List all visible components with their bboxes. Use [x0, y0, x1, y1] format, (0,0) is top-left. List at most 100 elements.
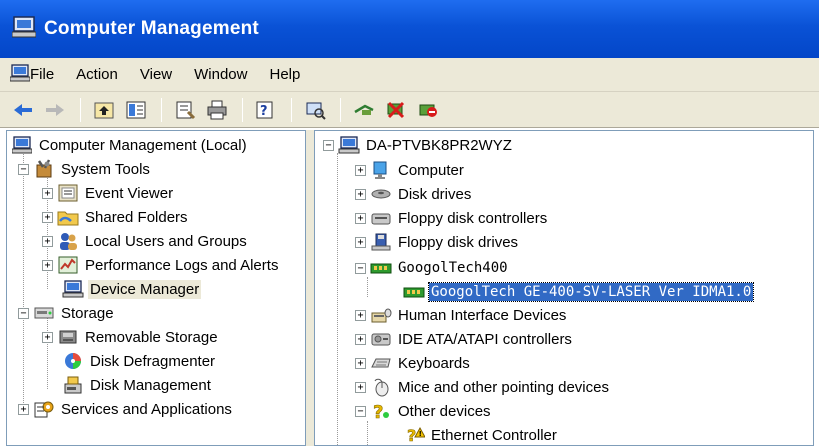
tree-node-computer-management-local[interactable]: Computer Management (Local): [11, 134, 249, 156]
tree-line: [337, 153, 338, 445]
device-manager-icon: [62, 279, 84, 299]
toolbar-separator: [80, 97, 81, 122]
tree-node-system-tools[interactable]: − System Tools: [18, 158, 152, 180]
expand-icon[interactable]: +: [42, 187, 53, 199]
tree-node-event-viewer[interactable]: + Event Viewer: [42, 182, 175, 204]
tree-node-label: Computer: [398, 161, 464, 179]
expand-icon[interactable]: +: [355, 381, 366, 393]
event-viewer-icon: [57, 183, 79, 203]
forward-arrow-icon[interactable]: [42, 98, 68, 122]
shared-folder-icon: [57, 207, 79, 227]
tree-node-label: Other devices: [398, 402, 491, 420]
uninstall-icon[interactable]: [383, 98, 409, 122]
expand-icon[interactable]: +: [355, 236, 366, 248]
expand-icon[interactable]: +: [18, 403, 29, 415]
pane-splitter[interactable]: [306, 130, 314, 446]
expand-icon[interactable]: +: [42, 259, 53, 271]
tree-node-label: Performance Logs and Alerts: [85, 256, 279, 274]
expand-icon[interactable]: +: [355, 188, 366, 200]
collapse-icon[interactable]: −: [18, 163, 29, 175]
tree-node-label: Services and Applications: [61, 400, 232, 418]
expand-icon[interactable]: +: [355, 164, 366, 176]
menu-window[interactable]: Window: [194, 66, 247, 83]
computer-management-icon: [11, 135, 33, 155]
menu-action[interactable]: Action: [76, 66, 118, 83]
tree-node-services-and-applications[interactable]: + Services and Applications: [18, 398, 234, 420]
scan-hardware-icon[interactable]: [302, 98, 328, 122]
users-icon: [57, 231, 79, 251]
expand-icon[interactable]: +: [42, 211, 53, 223]
menu-view[interactable]: View: [140, 66, 172, 83]
storage-icon: [33, 303, 55, 323]
toolbar-separator: [161, 97, 162, 122]
properties-icon[interactable]: [172, 98, 198, 122]
app-menu-icon[interactable]: [9, 63, 31, 86]
tree-node-performance-logs-and-alerts[interactable]: + Performance Logs and Alerts: [42, 254, 280, 276]
collapse-icon[interactable]: −: [355, 405, 366, 417]
tree-node-label: Local Users and Groups: [85, 232, 247, 250]
unknown-device-warning-icon: ?!: [403, 425, 425, 445]
collapse-icon[interactable]: −: [323, 139, 334, 151]
expand-icon[interactable]: +: [355, 333, 366, 345]
svg-text:!: !: [419, 430, 422, 438]
device-tree-pane[interactable]: − DA-PTVBK8PR2WYZ + Computer + Disk driv…: [314, 130, 814, 446]
window-title: Computer Management: [44, 18, 259, 39]
tree-node-local-users-and-groups[interactable]: + Local Users and Groups: [42, 230, 249, 252]
expand-icon[interactable]: +: [355, 212, 366, 224]
tree-node-computer[interactable]: + Computer: [355, 159, 466, 181]
tree-node-mice[interactable]: + Mice and other pointing devices: [355, 376, 611, 398]
tree-node-removable-storage[interactable]: + Removable Storage: [42, 326, 220, 348]
tree-node-device-manager[interactable]: Device Manager: [62, 278, 202, 300]
ide-controller-icon: [370, 329, 392, 349]
tree-node-ide-controllers[interactable]: + IDE ATA/ATAPI controllers: [355, 328, 574, 350]
tree-node-label: Floppy disk drives: [398, 233, 519, 251]
tree-node-keyboards[interactable]: + Keyboards: [355, 352, 472, 374]
tree-line: [367, 277, 368, 297]
computer-icon: [338, 135, 360, 155]
disk-drive-icon: [370, 184, 392, 204]
tree-node-ethernet-controller[interactable]: ?! Ethernet Controller: [403, 424, 559, 445]
monitor-icon: [370, 160, 392, 180]
tree-node-shared-folders[interactable]: + Shared Folders: [42, 206, 190, 228]
toolbar: ?: [0, 92, 819, 128]
update-driver-icon[interactable]: [351, 98, 377, 122]
tree-node-storage[interactable]: − Storage: [18, 302, 116, 324]
tree-node-other-devices[interactable]: − ? Other devices: [355, 400, 493, 422]
hid-icon: [370, 305, 392, 325]
performance-icon: [57, 255, 79, 275]
menu-help[interactable]: Help: [269, 66, 300, 83]
floppy-drive-icon: [370, 232, 392, 252]
tree-node-disk-drives[interactable]: + Disk drives: [355, 183, 473, 205]
expand-icon[interactable]: +: [355, 357, 366, 369]
tree-node-computer-name[interactable]: − DA-PTVBK8PR2WYZ: [323, 134, 514, 156]
tree-node-googoltech400[interactable]: − GoogolTech400: [355, 257, 510, 279]
menu-bar: File Action View Window Help: [0, 58, 819, 92]
computer-management-icon: [11, 16, 37, 42]
up-folder-icon[interactable]: [91, 98, 117, 122]
expand-icon[interactable]: +: [355, 309, 366, 321]
tree-node-disk-defragmenter[interactable]: Disk Defragmenter: [62, 350, 217, 372]
tree-node-disk-management[interactable]: Disk Management: [62, 374, 213, 396]
tree-node-googoltech-device[interactable]: GoogolTech GE-400-SV-LASER Ver IDMA1.0: [403, 281, 755, 303]
tree-node-floppy-disk-drives[interactable]: + Floppy disk drives: [355, 231, 520, 253]
show-hide-tree-icon[interactable]: [123, 98, 149, 122]
console-tree-pane[interactable]: Computer Management (Local) − System Too…: [6, 130, 306, 446]
pci-card-icon: [403, 282, 425, 302]
back-arrow-icon[interactable]: [10, 98, 36, 122]
mouse-icon: [370, 377, 392, 397]
tree-node-label: DA-PTVBK8PR2WYZ: [366, 136, 512, 154]
tree-node-label-selected: GoogolTech GE-400-SV-LASER Ver IDMA1.0: [427, 282, 755, 302]
disable-device-icon[interactable]: [415, 98, 441, 122]
collapse-icon[interactable]: −: [355, 262, 366, 274]
expand-icon[interactable]: +: [42, 331, 53, 343]
print-icon[interactable]: [204, 98, 230, 122]
menu-file[interactable]: File: [30, 66, 54, 83]
title-bar[interactable]: Computer Management: [0, 0, 819, 58]
help-icon[interactable]: ?: [253, 98, 279, 122]
tree-node-floppy-disk-controllers[interactable]: + Floppy disk controllers: [355, 207, 549, 229]
tree-node-human-interface-devices[interactable]: + Human Interface Devices: [355, 304, 568, 326]
collapse-icon[interactable]: −: [18, 307, 29, 319]
expand-icon[interactable]: +: [42, 235, 53, 247]
svg-text:?: ?: [373, 402, 383, 421]
tree-line: [367, 421, 368, 445]
